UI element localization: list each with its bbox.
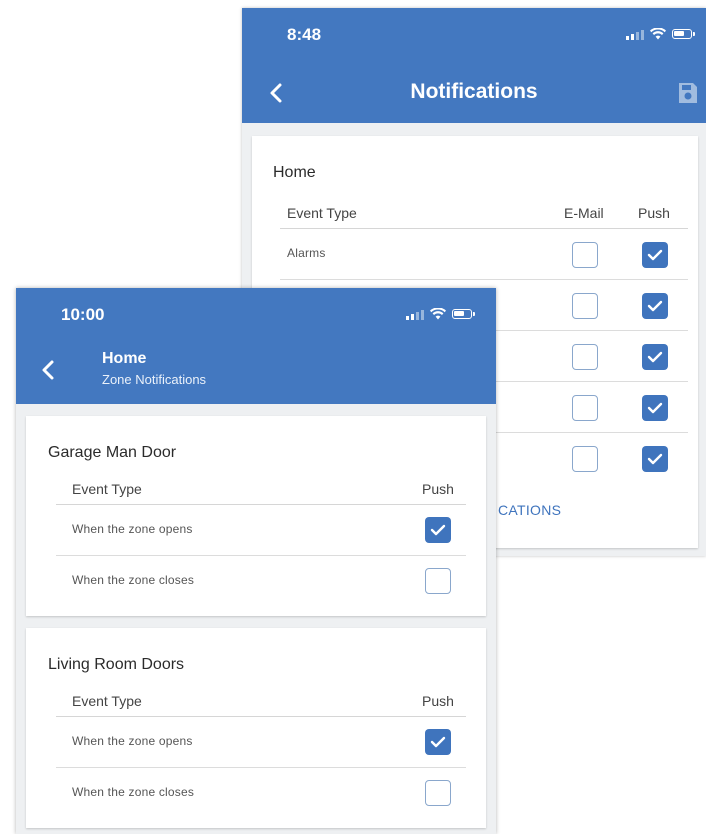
- battery-icon: [672, 29, 695, 39]
- check-icon: [647, 453, 663, 465]
- email-checkbox[interactable]: [572, 395, 598, 421]
- column-email: E-Mail: [564, 205, 604, 221]
- back-button[interactable]: [38, 359, 60, 381]
- column-event-type: Event Type: [72, 481, 142, 497]
- push-checkbox[interactable]: [642, 293, 668, 319]
- push-checkbox[interactable]: [642, 446, 668, 472]
- push-checkbox[interactable]: [425, 780, 451, 806]
- check-icon: [647, 351, 663, 363]
- table-header: Event Type E-Mail Push: [280, 202, 688, 229]
- battery-icon: [452, 309, 475, 319]
- table-row: When the zone closes: [56, 556, 466, 606]
- email-checkbox[interactable]: [572, 344, 598, 370]
- column-push: Push: [422, 693, 454, 709]
- email-checkbox[interactable]: [572, 293, 598, 319]
- status-time: 10:00: [61, 305, 105, 324]
- table-header: Event Type Push: [56, 478, 466, 505]
- column-push: Push: [422, 481, 454, 497]
- chevron-left-icon: [42, 360, 54, 380]
- column-push: Push: [638, 205, 670, 221]
- check-icon: [647, 249, 663, 261]
- check-icon: [647, 402, 663, 414]
- section-title: Home: [273, 164, 316, 181]
- header-titles: Home Zone Notifications: [102, 350, 206, 387]
- column-event-type: Event Type: [72, 693, 142, 709]
- status-icons: [626, 28, 695, 40]
- status-time: 8:48: [287, 25, 322, 44]
- row-label: When the zone closes: [72, 785, 195, 799]
- push-checkbox[interactable]: [425, 568, 451, 594]
- wifi-icon: [650, 28, 666, 40]
- save-icon: [679, 83, 697, 103]
- signal-icon: [406, 309, 424, 320]
- page-title: Home: [102, 350, 147, 367]
- status-icons: [406, 308, 475, 320]
- row-label: When the zone closes: [72, 573, 195, 587]
- zone-title: Living Room Doors: [48, 656, 185, 673]
- app-bar: 8:48 Notifications: [242, 8, 706, 123]
- email-checkbox[interactable]: [572, 242, 598, 268]
- column-event-type: Event Type: [287, 205, 357, 221]
- zone-title: Garage Man Door: [48, 444, 177, 461]
- push-checkbox[interactable]: [425, 517, 451, 543]
- notifications-link[interactable]: CATIONS: [498, 502, 561, 518]
- zone-notifications-screen: 10:00 Home Zone Notifications Garage Man…: [16, 288, 496, 834]
- table-header: Event Type Push: [56, 690, 466, 717]
- email-checkbox[interactable]: [572, 446, 598, 472]
- push-checkbox[interactable]: [642, 242, 668, 268]
- zone-card-garage-man-door: Garage Man Door Event Type Push When the…: [26, 416, 486, 616]
- push-checkbox[interactable]: [642, 395, 668, 421]
- check-icon: [430, 524, 446, 536]
- zone-card-living-room-doors: Living Room Doors Event Type Push When t…: [26, 628, 486, 828]
- row-label: Alarms: [287, 246, 326, 260]
- page-title: Notifications: [410, 80, 538, 103]
- table-row: When the zone opens: [56, 505, 466, 556]
- wifi-icon: [430, 308, 446, 320]
- row-label: When the zone opens: [72, 522, 193, 536]
- page-subtitle: Zone Notifications: [102, 372, 207, 387]
- table-row: When the zone closes: [56, 768, 466, 818]
- app-bar: 10:00 Home Zone Notifications: [16, 288, 496, 404]
- check-icon: [647, 300, 663, 312]
- push-checkbox[interactable]: [425, 729, 451, 755]
- table-row: Alarms: [280, 229, 688, 280]
- signal-icon: [626, 29, 644, 40]
- check-icon: [430, 736, 446, 748]
- row-label: When the zone opens: [72, 734, 193, 748]
- table-row: When the zone opens: [56, 717, 466, 768]
- save-button[interactable]: [678, 82, 698, 104]
- push-checkbox[interactable]: [642, 344, 668, 370]
